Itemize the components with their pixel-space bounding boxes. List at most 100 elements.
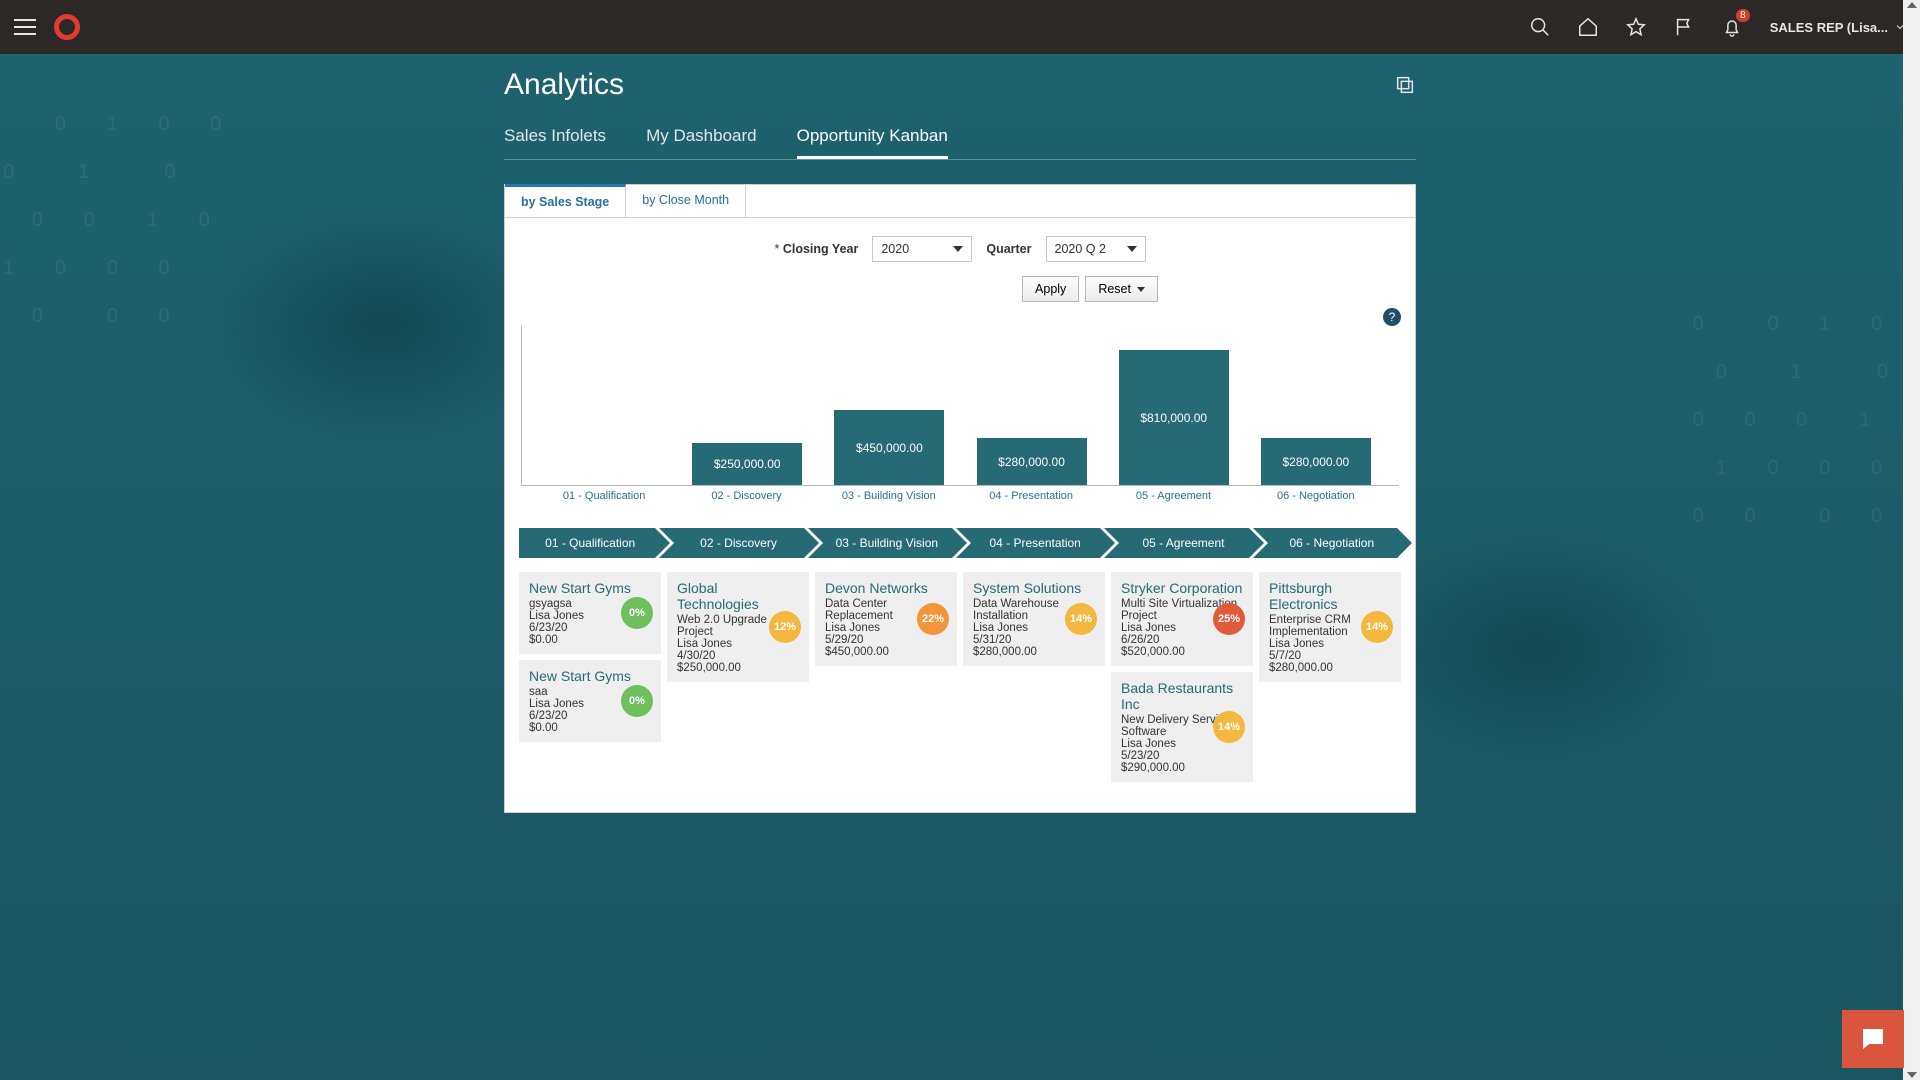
chart-x-axis: 01 - Qualification 02 - Discovery 03 - Bui… xyxy=(521,486,1399,502)
opportunity-card[interactable]: New Start GymsgsyagsaLisa Jones6/23/20$0… xyxy=(519,572,661,654)
user-menu[interactable]: SALES REP (Lisa... xyxy=(1770,20,1906,35)
tab-sales-infolets[interactable]: Sales Infolets xyxy=(504,118,606,159)
card-amount: $280,000.00 xyxy=(973,646,1095,658)
win-percent-badge: 14% xyxy=(1213,711,1245,743)
chat-fab[interactable] xyxy=(1842,1010,1904,1068)
sub-tabs: by Sales Stageby Close Month xyxy=(505,185,1415,218)
card-title: Devon Networks xyxy=(825,580,947,596)
card-date: 4/30/20 xyxy=(677,650,799,662)
axis-label: 03 - Building Vision xyxy=(829,490,949,502)
card-amount: $450,000.00 xyxy=(825,646,947,658)
kanban-board: New Start GymsgsyagsaLisa Jones6/23/20$0… xyxy=(505,566,1415,812)
primary-tabs: Sales Infolets My Dashboard Opportunity Ka… xyxy=(504,118,1416,160)
stage-chevron[interactable]: 06 - Negotiation xyxy=(1253,528,1397,558)
home-icon[interactable] xyxy=(1576,15,1600,39)
card-title: System Solutions xyxy=(973,580,1095,596)
chart-bar[interactable]: $280,000.00 xyxy=(1261,438,1371,485)
axis-label: 06 - Negotiation xyxy=(1256,490,1376,502)
flag-icon[interactable] xyxy=(1672,15,1696,39)
subtab-by-sales-stage[interactable]: by Sales Stage xyxy=(505,184,626,217)
stage-chevron[interactable]: 02 - Discovery xyxy=(659,528,803,558)
card-amount: $250,000.00 xyxy=(677,662,799,674)
chart-bar[interactable]: $280,000.00 xyxy=(977,438,1087,485)
star-icon[interactable] xyxy=(1624,15,1648,39)
stage-chevron[interactable]: 05 - Agreement xyxy=(1104,528,1248,558)
axis-label: 05 - Agreement xyxy=(1113,490,1233,502)
stage-chevron[interactable]: 01 - Qualification xyxy=(519,528,655,558)
dropdown-icon xyxy=(1137,287,1145,292)
chart-bar[interactable] xyxy=(550,484,660,485)
scroll-down-icon[interactable] xyxy=(1907,1072,1917,1078)
scroll-up-icon[interactable] xyxy=(1907,2,1917,8)
card-date: 5/29/20 xyxy=(825,634,947,646)
filter-row: Closing Year 2020 Quarter 2020 Q 2 xyxy=(505,218,1415,268)
closing-year-select[interactable]: 2020 xyxy=(872,236,972,262)
apply-button[interactable]: Apply xyxy=(1022,276,1079,302)
tab-my-dashboard[interactable]: My Dashboard xyxy=(646,118,757,159)
card-title: Bada Restaurants Inc xyxy=(1121,680,1243,712)
closing-year-value: 2020 xyxy=(881,242,909,256)
chart-bar[interactable]: $250,000.00 xyxy=(692,443,802,485)
closing-year-label: Closing Year xyxy=(775,242,859,256)
chart-bar[interactable]: $450,000.00 xyxy=(834,410,944,485)
tab-opportunity-kanban[interactable]: Opportunity Kanban xyxy=(797,118,948,159)
card-amount: $280,000.00 xyxy=(1269,662,1391,674)
quarter-value: 2020 Q 2 xyxy=(1055,242,1106,256)
chart-bar[interactable]: $810,000.00 xyxy=(1119,350,1229,485)
axis-label: 04 - Presentation xyxy=(971,490,1091,502)
apply-label: Apply xyxy=(1035,282,1066,296)
global-header: 8 SALES REP (Lisa... xyxy=(0,0,1920,54)
card-title: New Start Gyms xyxy=(529,668,651,684)
win-percent-badge: 14% xyxy=(1361,611,1393,643)
logo-icon[interactable] xyxy=(54,14,80,40)
card-date: 5/31/20 xyxy=(973,634,1095,646)
dropdown-icon xyxy=(1127,246,1137,252)
axis-label: 02 - Discovery xyxy=(686,490,806,502)
notifications-icon[interactable]: 8 xyxy=(1720,15,1744,39)
reset-button[interactable]: Reset xyxy=(1085,276,1158,302)
card-date: 6/26/20 xyxy=(1121,634,1243,646)
win-percent-badge: 0% xyxy=(621,597,653,629)
axis-label: 01 - Qualification xyxy=(544,490,664,502)
vertical-scrollbar[interactable] xyxy=(1903,0,1920,1080)
notification-badge: 8 xyxy=(1736,9,1750,22)
stage-chevrons: 01 - Qualification02 - Discovery03 - Bui… xyxy=(505,506,1415,566)
card-amount: $290,000.00 xyxy=(1121,762,1243,774)
menu-icon[interactable] xyxy=(14,19,36,35)
copy-icon[interactable] xyxy=(1394,74,1416,96)
stage-chevron[interactable]: 04 - Presentation xyxy=(956,528,1100,558)
page-title: Analytics xyxy=(504,68,624,102)
win-percent-badge: 12% xyxy=(769,611,801,643)
opportunity-card[interactable]: New Start GymssaaLisa Jones6/23/20$0.000… xyxy=(519,660,661,742)
opportunity-card[interactable]: Pittsburgh ElectronicsEnterprise CRM Imp… xyxy=(1259,572,1401,682)
kanban-column: System SolutionsData Warehouse Installat… xyxy=(963,572,1105,782)
stage-chevron[interactable]: 03 - Building Vision xyxy=(808,528,952,558)
card-title: New Start Gyms xyxy=(529,580,651,596)
card-title: Pittsburgh Electronics xyxy=(1269,580,1391,612)
subtab-by-close-month[interactable]: by Close Month xyxy=(626,185,746,217)
search-icon[interactable] xyxy=(1528,15,1552,39)
kanban-column: New Start GymsgsyagsaLisa Jones6/23/20$0… xyxy=(519,572,661,782)
card-title: Global Technologies xyxy=(677,580,799,612)
kanban-column: Devon NetworksData Center ReplacementLis… xyxy=(815,572,957,782)
kanban-column: Pittsburgh ElectronicsEnterprise CRM Imp… xyxy=(1259,572,1401,782)
dropdown-icon xyxy=(953,246,963,252)
win-percent-badge: 22% xyxy=(917,603,949,635)
win-percent-badge: 14% xyxy=(1065,603,1097,635)
opportunity-card[interactable]: Stryker CorporationMulti Site Virtualiza… xyxy=(1111,572,1253,666)
card-amount: $0.00 xyxy=(529,634,651,646)
quarter-select[interactable]: 2020 Q 2 xyxy=(1046,236,1146,262)
reset-label: Reset xyxy=(1098,282,1131,296)
opportunity-card[interactable]: Devon NetworksData Center ReplacementLis… xyxy=(815,572,957,666)
card-date: 5/23/20 xyxy=(1121,750,1243,762)
opportunity-card[interactable]: Bada Restaurants IncNew Delivery Service… xyxy=(1111,672,1253,782)
opportunity-card[interactable]: Global TechnologiesWeb 2.0 Upgrade Proje… xyxy=(667,572,809,682)
card-amount: $520,000.00 xyxy=(1121,646,1243,658)
kanban-column: Stryker CorporationMulti Site Virtualiza… xyxy=(1111,572,1253,782)
kanban-panel: by Sales Stageby Close Month Closing Yea… xyxy=(504,184,1416,813)
opportunity-card[interactable]: System SolutionsData Warehouse Installat… xyxy=(963,572,1105,666)
card-title: Stryker Corporation xyxy=(1121,580,1243,596)
kanban-column: Global TechnologiesWeb 2.0 Upgrade Proje… xyxy=(667,572,809,782)
revenue-bar-chart: $250,000.00 $450,000.00 $280,000.00 $810,00… xyxy=(521,326,1399,486)
quarter-label: Quarter xyxy=(986,242,1031,256)
